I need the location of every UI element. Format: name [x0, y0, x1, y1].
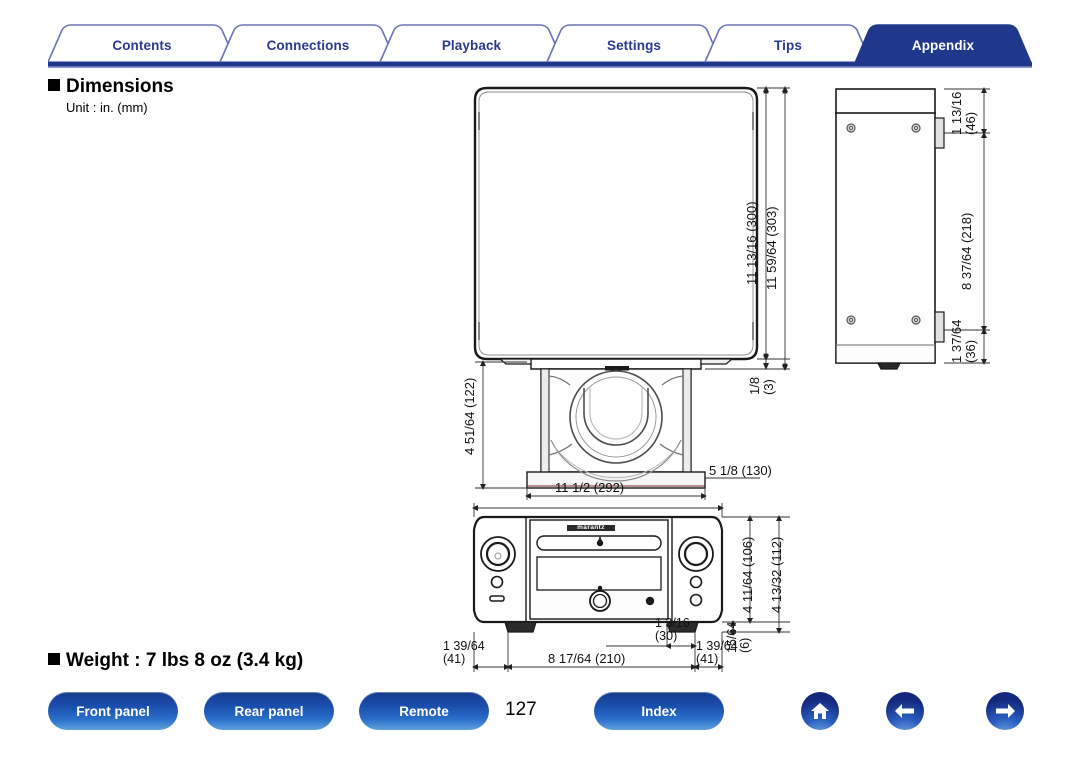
dim-side-top: 1 13/16 (46)	[949, 91, 978, 135]
dim-panel-foot-left: 1 39/64 (41)	[443, 639, 485, 667]
home-icon	[811, 703, 829, 719]
dimensions-heading: Dimensions	[48, 76, 174, 98]
manual-page: Contents Connections Playback Settings T…	[0, 0, 1080, 761]
back-button[interactable]	[886, 692, 924, 730]
dim-panel-height-inner: 4 11/64 (106)	[740, 536, 755, 613]
tab-playback[interactable]: Playback	[380, 38, 563, 53]
dim-side-bottom: 1 37/64 (36)	[949, 319, 978, 363]
dim-panel-height-outer: 4 13/32 (112)	[769, 536, 784, 613]
nav-button-index[interactable]: Index	[594, 692, 724, 730]
dim-stand-height: 4 51/64 (122)	[462, 377, 477, 455]
dim-stand-depth: 5 1/8 (130)	[709, 463, 772, 478]
nav-button-rear-panel[interactable]: Rear panel	[204, 692, 334, 730]
dim-unit-width: 11 1/2 (292)	[555, 480, 625, 495]
tab-settings[interactable]: Settings	[547, 38, 721, 53]
weight-heading: Weight : 7 lbs 8 oz (3.4 kg)	[48, 650, 303, 672]
nav-button-front-panel[interactable]: Front panel	[48, 692, 178, 730]
dim-panel-body-width: 8 17/64 (210)	[548, 651, 626, 666]
tab-appendix[interactable]: Appendix	[855, 38, 1031, 53]
nav-button-remote[interactable]: Remote	[359, 692, 489, 730]
dim-front-height-outer: 11 59/64 (303)	[764, 206, 779, 290]
tab-connections[interactable]: Connections	[220, 38, 396, 53]
page-number: 127	[505, 699, 537, 720]
forward-button[interactable]	[986, 692, 1024, 730]
dim-front-foot-gap: 1/8 (3)	[747, 376, 776, 395]
dim-panel-foot-right: 1 39/64 (41)	[696, 639, 738, 667]
bullet-square-icon	[48, 79, 60, 91]
dim-panel-knob-offset: 1 3/16 (30)	[655, 616, 690, 644]
arrow-right-icon	[996, 704, 1015, 718]
home-button[interactable]	[801, 692, 839, 730]
unit-note: Unit : in. (mm)	[66, 100, 148, 115]
dimension-drawing	[472, 86, 990, 672]
brand-wordmark: marantz	[577, 524, 605, 531]
arrow-left-icon	[895, 704, 914, 718]
dim-side-mid: 8 37/64 (218)	[959, 212, 974, 290]
dim-front-height-inner: 11 13/16 (300)	[744, 201, 759, 285]
bullet-square-icon-2	[48, 653, 60, 665]
section-tab-bar[interactable]: Contents Connections Playback Settings T…	[48, 22, 1032, 68]
tab-contents[interactable]: Contents	[48, 38, 236, 53]
tab-tips[interactable]: Tips	[705, 38, 871, 53]
